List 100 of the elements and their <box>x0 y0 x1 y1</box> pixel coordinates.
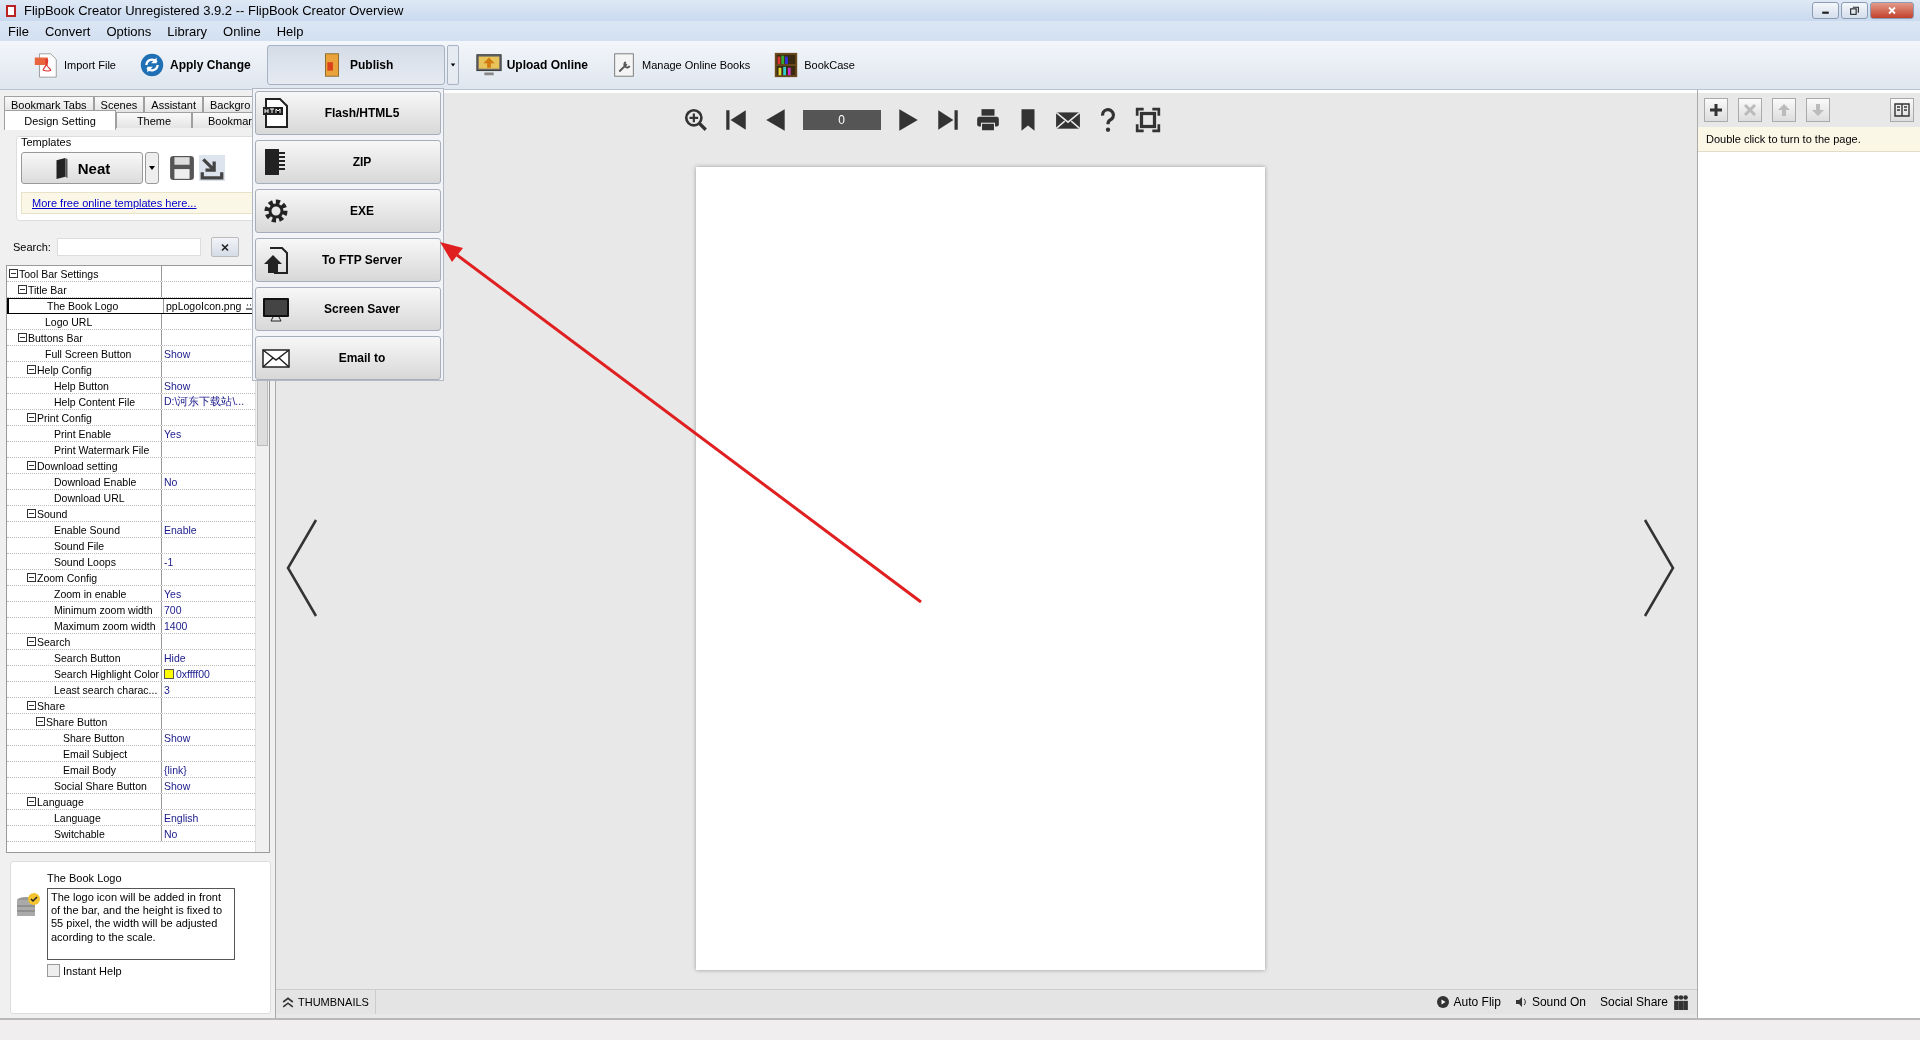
property-name: Help Config <box>37 363 92 376</box>
close-button[interactable] <box>1870 2 1914 19</box>
auto-flip-button[interactable]: Auto Flip <box>1432 994 1505 1010</box>
property-name: Download URL <box>54 491 125 504</box>
menu-item[interactable]: Screen Saver <box>255 287 441 331</box>
tab[interactable]: Design Setting <box>4 110 116 130</box>
property-name: Share Button <box>63 731 125 744</box>
property-name: Sound <box>37 507 68 520</box>
checkbox-label: Instant Help <box>63 964 122 977</box>
restore-button[interactable] <box>1841 2 1868 19</box>
property-value: {link} <box>164 763 187 776</box>
property-name: Zoom Config <box>37 571 98 584</box>
property-value: D:\河东下载站\... <box>164 394 245 409</box>
property-value: ppLogoIcon.png <box>166 299 242 312</box>
collapse-icon[interactable] <box>9 269 18 278</box>
property-name: Minimum zoom width <box>54 603 153 616</box>
property-row[interactable]: Download setting <box>7 458 255 474</box>
property-name: Share Button <box>46 715 108 728</box>
speaker-icon <box>1514 996 1527 1008</box>
property-name: Share <box>37 699 66 712</box>
property-name: Download setting <box>37 459 118 472</box>
add-icon[interactable] <box>1704 98 1728 122</box>
property-name: Print Watermark File <box>54 443 150 456</box>
property-name: Search <box>37 635 71 648</box>
page-number-field[interactable]: 0 <box>802 110 881 130</box>
template-button[interactable]: Neat <box>21 152 143 184</box>
save-icon[interactable] <box>169 155 195 181</box>
property-row[interactable]: Sound <box>7 506 255 522</box>
tab[interactable]: Scenes <box>93 96 145 112</box>
play-icon <box>1436 996 1449 1008</box>
menu-item[interactable]: ZIP <box>255 140 441 184</box>
property-row[interactable]: Search <box>7 634 255 650</box>
menu-item[interactable]: To FTP Server <box>255 238 441 282</box>
menu-item[interactable]: Library <box>159 23 216 39</box>
clear-button[interactable] <box>210 237 239 257</box>
tab[interactable]: Assistant <box>144 96 203 112</box>
property-row[interactable]: Search Highlight Color 0xffff00 <box>7 666 255 682</box>
menu-item[interactable]: Online <box>215 23 269 39</box>
checkbox[interactable] <box>47 964 60 977</box>
collapse-icon[interactable] <box>18 333 27 342</box>
minimize-button[interactable] <box>1812 2 1839 19</box>
property-name: Download Enable <box>54 475 137 488</box>
hint-text: Double click to turn to the page. <box>1698 127 1920 152</box>
menu-item[interactable]: File <box>0 23 37 39</box>
property-value: 0xffff00 <box>176 667 210 680</box>
search-field[interactable] <box>56 238 201 256</box>
property-name: Language <box>54 811 101 824</box>
collapse-icon[interactable] <box>27 365 36 374</box>
collapse-icon[interactable] <box>27 509 36 518</box>
property-row[interactable]: Language <box>7 794 255 810</box>
toolbar-button[interactable]: Apply Change <box>131 45 257 85</box>
sound-button[interactable]: Sound On <box>1510 994 1590 1010</box>
property-value: Enable <box>164 523 197 536</box>
menu-item[interactable]: EXE <box>255 189 441 233</box>
property-name: Enable Sound <box>54 523 120 536</box>
property-name: Help Button <box>54 379 109 392</box>
menu-item[interactable]: Options <box>98 23 160 39</box>
fullscreen-icon[interactable] <box>1134 107 1161 133</box>
dropdown-button[interactable] <box>145 152 159 184</box>
menu-item[interactable]: Email to <box>255 336 441 380</box>
property-value: Yes <box>164 587 182 600</box>
property-row[interactable]: Share <box>7 698 255 714</box>
property-name: Print Enable <box>54 427 112 440</box>
property-value: Show <box>164 379 191 392</box>
menu-item[interactable]: Help <box>268 23 312 39</box>
tab[interactable]: Theme <box>116 112 192 128</box>
search-label: Search: <box>13 241 51 253</box>
thumbnails-button[interactable]: THUMBNAILS <box>276 990 376 1014</box>
social-share-button[interactable]: Social Share <box>1595 994 1693 1010</box>
property-name: Language <box>37 795 84 808</box>
book-view-icon[interactable] <box>1890 98 1914 122</box>
toolbar-button[interactable]: Upload Online <box>468 45 594 85</box>
property-name: Maximum zoom width <box>54 619 156 632</box>
toolbar-button[interactable]: Import File <box>26 45 122 85</box>
toolbar-button[interactable]: Manage Online Books <box>604 45 757 85</box>
publish-button[interactable]: Publish <box>266 45 445 85</box>
property-row[interactable]: Zoom Config <box>7 570 255 586</box>
collapse-icon[interactable] <box>27 637 36 646</box>
property-row[interactable]: Print Config <box>7 410 255 426</box>
property-name: Email Body <box>63 763 117 776</box>
print-icon[interactable] <box>974 107 1001 133</box>
collapse-icon[interactable] <box>27 413 36 422</box>
zoom-in-icon[interactable] <box>682 107 709 133</box>
collapse-icon[interactable] <box>27 797 36 806</box>
collapse-icon[interactable] <box>18 285 27 294</box>
menu-item[interactable]: Convert <box>36 23 99 39</box>
collapse-icon[interactable] <box>27 461 36 470</box>
collapse-icon[interactable] <box>36 717 45 726</box>
property-value: No <box>164 475 178 488</box>
menu-item[interactable]: Flash/HTML5 <box>255 91 441 135</box>
property-value: 3 <box>164 683 170 696</box>
toolbar-button[interactable]: BookCase <box>766 45 861 85</box>
property-name: The Book Logo <box>47 299 119 312</box>
property-name: Switchable <box>54 827 105 840</box>
property-row[interactable]: Share Button <box>7 714 255 730</box>
collapse-icon[interactable] <box>27 701 36 710</box>
property-value: Show <box>164 779 191 792</box>
collapse-icon[interactable] <box>27 573 36 582</box>
property-name: Logo URL <box>45 315 93 328</box>
property-value: Hide <box>164 651 186 664</box>
